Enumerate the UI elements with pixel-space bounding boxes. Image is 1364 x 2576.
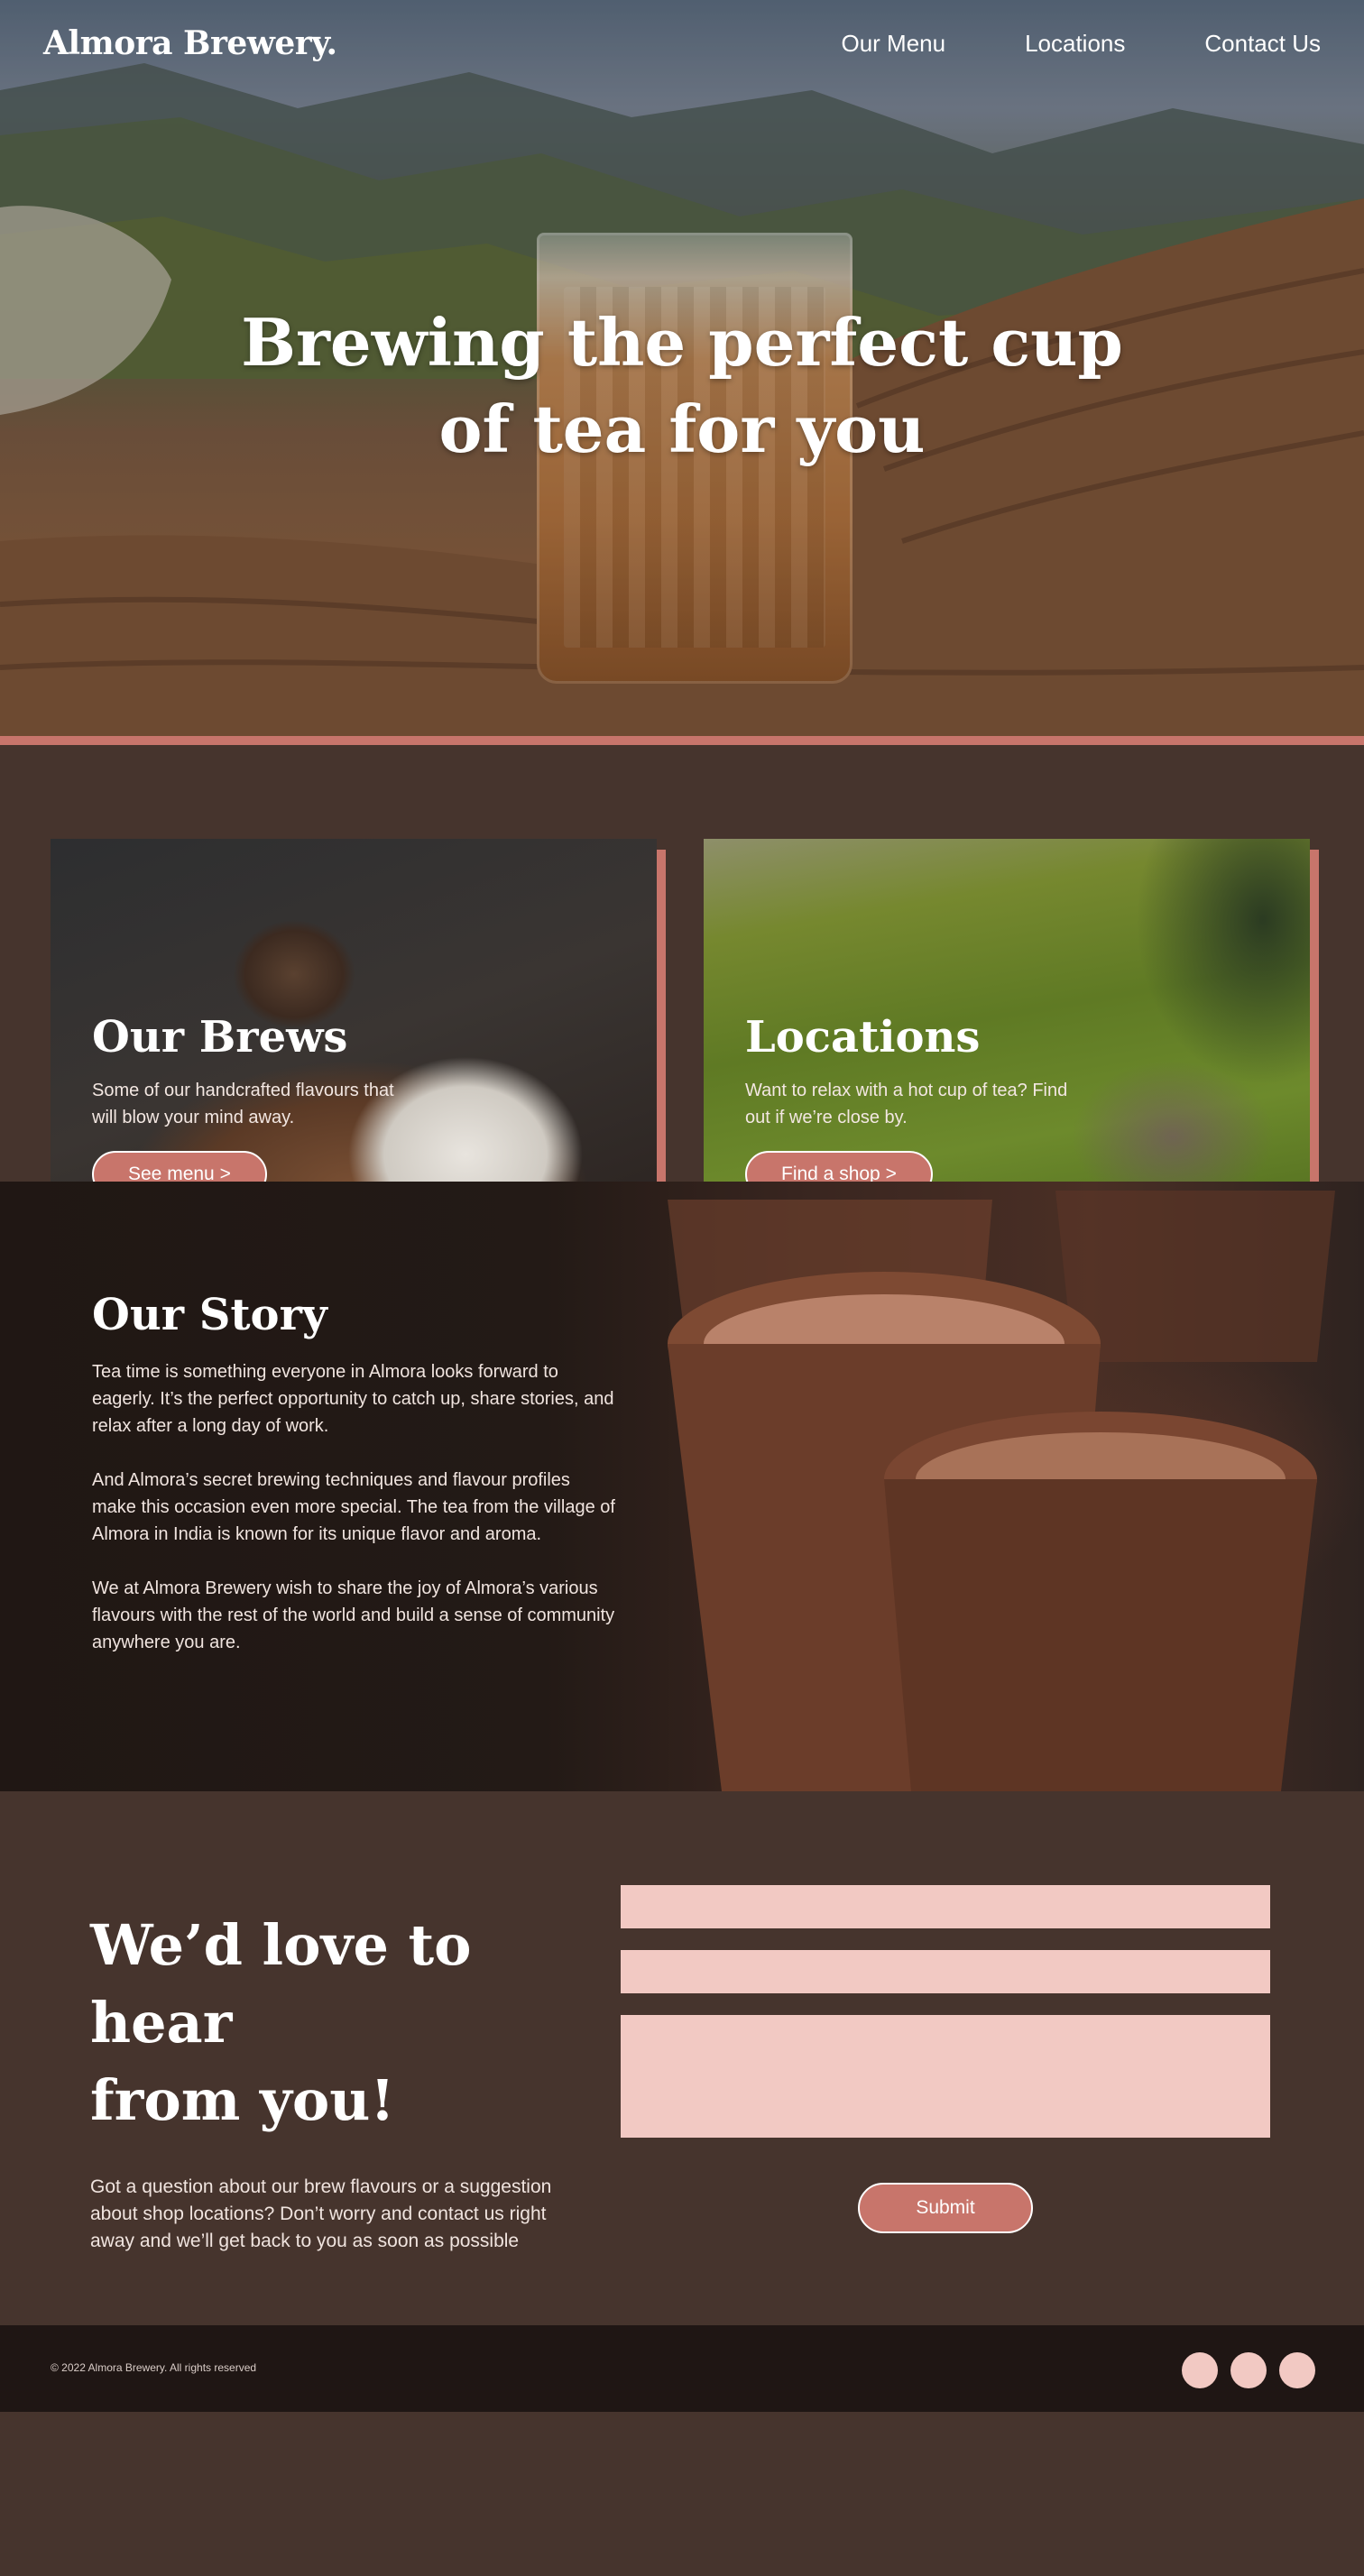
social-icon-1[interactable] [1182, 2352, 1218, 2388]
hero-title-line2: of tea for you [438, 391, 926, 467]
social-icon-3[interactable] [1279, 2352, 1315, 2388]
footer: © 2022 Almora Brewery. All rights reserv… [0, 2325, 1364, 2412]
hero-section: Almora Brewery. Our Menu Locations Conta… [0, 0, 1364, 736]
card-text: Want to relax with a hot cup of tea? Fin… [745, 1081, 1068, 1127]
brand-logo[interactable]: Almora Brewery. [43, 24, 337, 62]
card-title: Locations [745, 1012, 981, 1063]
hero-accent-border [0, 736, 1364, 745]
contact-title-line1: We’d love to hear [90, 1912, 472, 2056]
story-paragraph: Tea time is something everyone in Almora… [92, 1362, 614, 1436]
hero-title-line1: Brewing the perfect cup [241, 304, 1123, 381]
nav-links: Our Menu Locations Contact Us [841, 30, 1321, 58]
card-content: Locations Want to relax with a hot cup o… [745, 1010, 1070, 1198]
our-story-section: Our Story Tea time is something everyone… [0, 1182, 1364, 1791]
card-content: Our Brews Some of our handcrafted flavou… [92, 1010, 417, 1198]
contact-title: We’d love to hear from you! [90, 1907, 559, 2139]
feature-cards: Our Brews Some of our handcrafted flavou… [0, 745, 1364, 1252]
name-field[interactable] [621, 1885, 1270, 1928]
contact-title-line2: from you! [90, 2067, 395, 2133]
social-links [1182, 2352, 1315, 2388]
nav-link-our-menu[interactable]: Our Menu [841, 30, 945, 58]
nav-link-contact-us[interactable]: Contact Us [1204, 30, 1321, 58]
hero-title: Brewing the perfect cup of tea for you [0, 299, 1364, 473]
contact-text: Got a question about our brew flavours o… [90, 2176, 552, 2251]
contact-intro: We’d love to hear from you! Got a questi… [90, 1907, 559, 2255]
card-text: Some of our handcrafted flavours that wi… [92, 1081, 394, 1127]
clay-cups-image [668, 1191, 1335, 1791]
top-navigation: Almora Brewery. Our Menu Locations Conta… [0, 0, 1364, 87]
contact-section: We’d love to hear from you! Got a questi… [0, 1791, 1364, 2325]
submit-button[interactable]: Submit [858, 2183, 1033, 2233]
copyright-text: © 2022 Almora Brewery. All rights reserv… [51, 2361, 257, 2374]
story-text: Our Story Tea time is something everyone… [92, 1288, 615, 1683]
social-icon-2[interactable] [1230, 2352, 1267, 2388]
message-field[interactable] [621, 2015, 1270, 2138]
nav-link-locations[interactable]: Locations [1025, 30, 1125, 58]
story-title: Our Story [92, 1290, 327, 1340]
story-paragraph: We at Almora Brewery wish to share the j… [92, 1578, 615, 1652]
story-paragraph: And Almora’s secret brewing techniques a… [92, 1470, 615, 1544]
email-field[interactable] [621, 1950, 1270, 1993]
card-title: Our Brews [92, 1012, 348, 1063]
